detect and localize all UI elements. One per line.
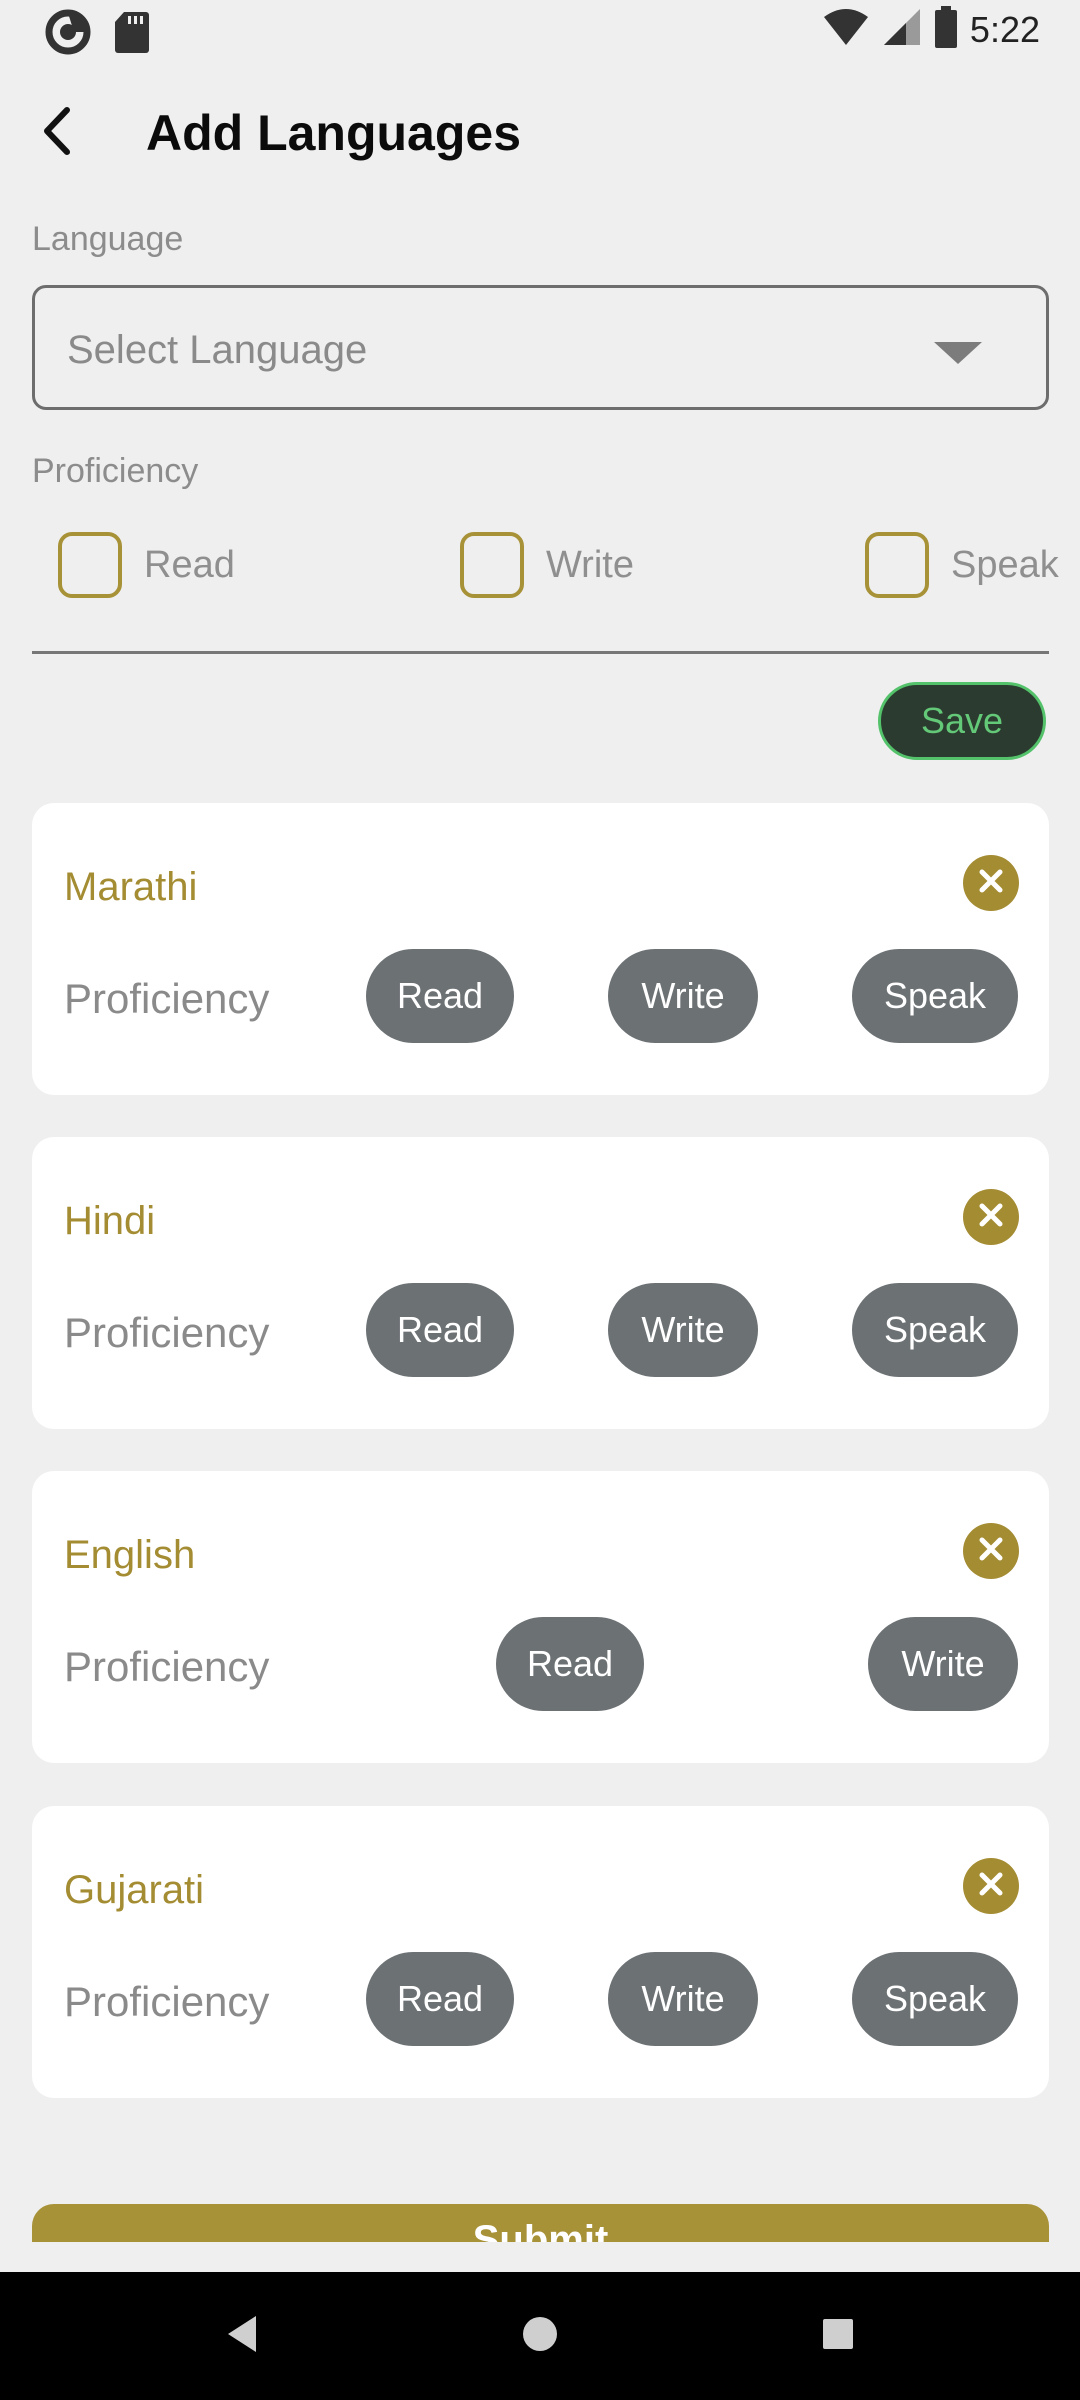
proficiency-options: Read Write Speak: [0, 532, 1080, 604]
proficiency-label: Proficiency: [64, 975, 270, 1022]
remove-language-button[interactable]: [963, 1858, 1019, 1914]
language-card-gujarati: Gujarati Proficiency Read Write Speak: [32, 1806, 1049, 2098]
read-checkbox[interactable]: [58, 532, 122, 598]
save-button[interactable]: Save: [878, 682, 1046, 760]
sd-card-icon: [114, 10, 150, 59]
nav-home-icon: [521, 2315, 559, 2358]
skill-pill-write: Write: [608, 1283, 758, 1377]
close-icon: [978, 1871, 1004, 1902]
language-card-english: English Proficiency Read Write: [32, 1471, 1049, 1763]
remove-language-button[interactable]: [963, 1523, 1019, 1579]
battery-icon: [934, 6, 958, 53]
language-card-marathi: Marathi Proficiency Read Write Speak: [32, 803, 1049, 1095]
nav-back-icon: [224, 2314, 260, 2359]
proficiency-label: Proficiency: [32, 452, 199, 490]
app-header: Add Languages: [0, 90, 1080, 176]
skill-pill-write: Write: [608, 1952, 758, 2046]
write-checkbox-label: Write: [546, 543, 634, 586]
speak-checkbox-option[interactable]: Speak: [865, 532, 1059, 598]
back-button[interactable]: [22, 100, 92, 166]
read-checkbox-label: Read: [144, 543, 235, 586]
speak-checkbox-label: Speak: [951, 543, 1059, 586]
back-arrow-icon: [37, 106, 77, 161]
write-checkbox[interactable]: [460, 532, 524, 598]
language-label: Language: [32, 220, 184, 258]
skill-pill-speak: Speak: [852, 1952, 1018, 2046]
chevron-down-icon: [934, 342, 982, 364]
nav-recents-icon: [821, 2317, 855, 2356]
nav-home-button[interactable]: [508, 2304, 572, 2368]
status-time: 5:22: [969, 8, 1040, 50]
close-icon: [978, 1202, 1004, 1233]
skill-pill-speak: Speak: [852, 949, 1018, 1043]
system-nav-bar: [0, 2272, 1080, 2400]
language-name: Marathi: [64, 865, 198, 909]
skill-pill-read: Read: [366, 1283, 514, 1377]
remove-language-button[interactable]: [963, 1189, 1019, 1245]
signal-icon: [882, 7, 922, 52]
skill-pill-read: Read: [366, 1952, 514, 2046]
select-language-placeholder: Select Language: [67, 328, 368, 372]
nav-back-button[interactable]: [210, 2304, 274, 2368]
skill-pill-write: Write: [868, 1617, 1018, 1711]
language-card-hindi: Hindi Proficiency Read Write Speak: [32, 1137, 1049, 1429]
close-icon: [978, 1536, 1004, 1567]
proficiency-label: Proficiency: [64, 1309, 270, 1356]
language-name: Hindi: [64, 1199, 156, 1243]
speak-checkbox[interactable]: [865, 532, 929, 598]
divider: [32, 651, 1049, 654]
submit-button[interactable]: Submit: [32, 2204, 1049, 2242]
read-checkbox-option[interactable]: Read: [58, 532, 235, 598]
skill-pill-speak: Speak: [852, 1283, 1018, 1377]
language-name: English: [64, 1533, 196, 1577]
skill-pill-write: Write: [608, 949, 758, 1043]
language-name: Gujarati: [64, 1868, 205, 1912]
remove-language-button[interactable]: [963, 855, 1019, 911]
status-bar: 5:22: [0, 0, 1080, 64]
submit-label: Submit: [472, 2218, 609, 2242]
page-title: Add Languages: [146, 105, 522, 161]
skill-pill-read: Read: [366, 949, 514, 1043]
language-select[interactable]: Select Language: [32, 285, 1049, 410]
write-checkbox-option[interactable]: Write: [460, 532, 634, 598]
sync-app-icon: [44, 8, 92, 61]
nav-recents-button[interactable]: [806, 2304, 870, 2368]
proficiency-label: Proficiency: [64, 1643, 270, 1690]
skill-pill-read: Read: [496, 1617, 644, 1711]
proficiency-label: Proficiency: [64, 1978, 270, 2025]
wifi-icon: [822, 7, 870, 52]
close-icon: [978, 868, 1004, 899]
